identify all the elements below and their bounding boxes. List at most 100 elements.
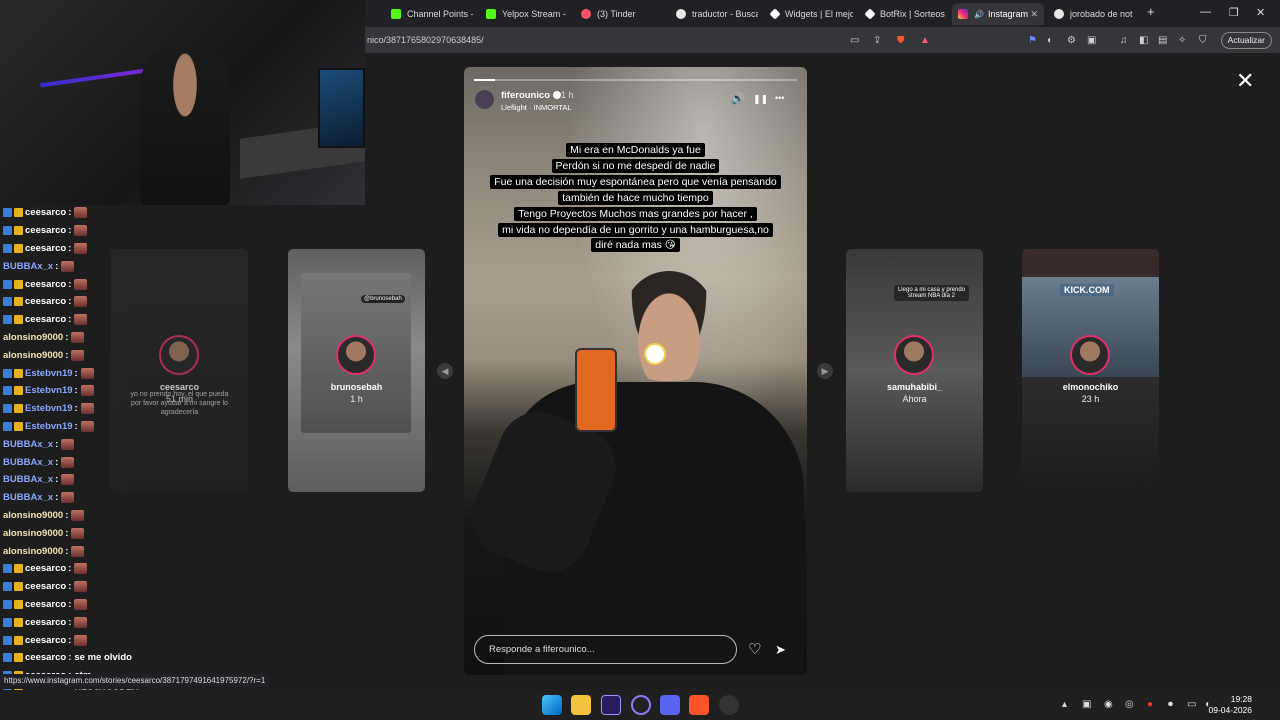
tray-icon[interactable]: ◉: [1104, 699, 1113, 710]
tab-jorobado[interactable]: jorobado de not: [1048, 3, 1136, 25]
chat-username[interactable]: ceesarco: [25, 314, 66, 325]
caption-line: diré nada mas 😘: [464, 237, 807, 253]
brave-shield-icon[interactable]: ⛊: [897, 35, 905, 46]
microphone-icon[interactable]: ⏺: [1168, 699, 1173, 710]
premiere-icon[interactable]: [601, 695, 621, 715]
more-options-icon[interactable]: •••: [775, 93, 784, 103]
tray-icon[interactable]: ●: [1147, 699, 1153, 710]
chat-username[interactable]: ceesarco: [25, 635, 66, 646]
close-tab-icon[interactable]: ✕: [1030, 9, 1038, 20]
sound-icon[interactable]: 🔊: [731, 92, 745, 105]
chat-message: Estebvn19 :: [0, 418, 200, 436]
previous-story-button[interactable]: ◀: [437, 363, 453, 379]
chat-username[interactable]: ceesarco: [25, 243, 66, 254]
chat-username[interactable]: ceesarco: [25, 279, 66, 290]
avatar[interactable]: [474, 89, 495, 110]
new-tab-button[interactable]: +: [1147, 4, 1155, 19]
emote-icon: [74, 296, 88, 308]
chat-username[interactable]: ceesarco: [25, 563, 66, 574]
chat-message: Estebvn19 :: [0, 400, 200, 418]
chat-username[interactable]: ceesarco: [25, 617, 66, 628]
ai-icon[interactable]: ✧: [1178, 35, 1186, 46]
brave-icon[interactable]: [689, 695, 709, 715]
story-username[interactable]: fiferounico: [501, 90, 562, 101]
chat-username[interactable]: ceesarco: [25, 296, 66, 307]
chat-username[interactable]: alonsino9000: [3, 350, 63, 361]
story-thumbnail-elmonochiko[interactable]: KICK.COM elmonochiko 23 h: [1022, 249, 1159, 492]
kick-badge-icon: [3, 315, 12, 325]
story-music[interactable]: Lleflight · INMORTAL: [501, 103, 572, 112]
chat-username[interactable]: alonsino9000: [3, 528, 63, 539]
active-story[interactable]: fiferounico 1 h Lleflight · INMORTAL 🔊 ❚…: [464, 67, 807, 675]
chat-username[interactable]: ceesarco: [25, 581, 66, 592]
story-progress-bar: [474, 79, 495, 81]
send-icon[interactable]: ➤: [775, 642, 786, 658]
tab-tinder[interactable]: (3) Tinder: [575, 3, 663, 25]
story-photo-phone: [575, 348, 617, 432]
chat-message: alonsino9000 :: [0, 524, 200, 542]
app-icon[interactable]: [719, 695, 739, 715]
chat-username[interactable]: Estebvn19: [25, 368, 73, 379]
emote-icon: [74, 207, 88, 219]
chat-username[interactable]: BUBBAx_x: [3, 261, 53, 272]
chat-username[interactable]: Estebvn19: [25, 385, 73, 396]
chat-username[interactable]: BUBBAx_x: [3, 457, 53, 468]
share-icon[interactable]: ⇪: [873, 35, 881, 46]
clock-date: 09-04-2026: [1208, 705, 1252, 715]
tray-icon[interactable]: ▴: [1062, 699, 1067, 710]
reply-input[interactable]: Responde a fiferounico...: [474, 635, 737, 664]
discord-icon[interactable]: [660, 695, 680, 715]
tab-label: Instagram: [987, 9, 1028, 19]
next-story-button[interactable]: ▶: [817, 363, 833, 379]
vpn-icon[interactable]: ⛉: [1199, 35, 1207, 46]
clock[interactable]: 19:28 09-04-2026: [1209, 694, 1252, 716]
story-thumbnail-samuhabibi[interactable]: Llego a mi casa y prendo stream NBA día …: [846, 249, 983, 492]
chat-username[interactable]: alonsino9000: [3, 546, 63, 557]
brave-rewards-icon[interactable]: ▲: [920, 35, 930, 46]
chat-username[interactable]: ceesarco: [25, 599, 66, 610]
chat-username[interactable]: ceesarco: [25, 207, 66, 218]
tray-icon[interactable]: ◎: [1125, 699, 1134, 710]
tab-channel-points[interactable]: Channel Points -: [385, 3, 473, 25]
restore-icon[interactable]: ❐: [1229, 6, 1239, 19]
extension-icon[interactable]: ◐: [1047, 35, 1053, 46]
chat-message: Estebvn19 :: [0, 382, 200, 400]
avatar: [894, 335, 934, 375]
tab-widgets[interactable]: Widgets | El mejo: [765, 3, 853, 25]
tray-icon[interactable]: ▣: [1082, 699, 1091, 710]
chat-username[interactable]: Estebvn19: [25, 403, 73, 414]
chat-username[interactable]: ceesarco: [25, 652, 66, 663]
extension-icon[interactable]: ⚙: [1067, 35, 1076, 46]
start-icon[interactable]: [542, 695, 562, 715]
story-thumbnail-brunosebah[interactable]: @brunosebah brunosebah 1 h: [288, 249, 425, 492]
music-icon[interactable]: ♫: [1120, 35, 1128, 46]
tab-yelpox-stream[interactable]: Yelpox Stream - Y: [480, 3, 568, 25]
chat-username[interactable]: alonsino9000: [3, 510, 63, 521]
sub-badge-icon: [14, 617, 23, 627]
file-explorer-icon[interactable]: [571, 695, 591, 715]
obs-icon[interactable]: [631, 695, 651, 715]
chat-username[interactable]: ceesarco: [25, 225, 66, 236]
chat-username[interactable]: BUBBAx_x: [3, 492, 53, 503]
close-icon[interactable]: ✕: [1236, 68, 1254, 94]
extension-icon[interactable]: ▣: [1087, 35, 1096, 46]
url-field[interactable]: nico/3871765802970638485/: [367, 35, 484, 45]
extension-icon[interactable]: ⚑: [1028, 35, 1037, 46]
pause-icon[interactable]: ❚❚: [753, 94, 768, 105]
wallet-icon[interactable]: ▤: [1158, 35, 1167, 46]
tab-traductor[interactable]: traductor - Busca: [670, 3, 758, 25]
cast-icon[interactable]: ▭: [850, 35, 859, 46]
update-button[interactable]: Actualizar: [1220, 32, 1272, 49]
network-icon[interactable]: ▭: [1187, 699, 1196, 710]
chat-text: se me olvido: [74, 652, 132, 664]
sidebar-icon[interactable]: ◧: [1139, 35, 1148, 46]
minimize-icon[interactable]: —: [1200, 6, 1211, 18]
heart-icon[interactable]: ♡: [748, 640, 761, 658]
chat-username[interactable]: alonsino9000: [3, 332, 63, 343]
tab-instagram[interactable]: 🔊 Instagram ✕: [952, 3, 1044, 25]
chat-username[interactable]: Estebvn19: [25, 421, 73, 432]
chat-username[interactable]: BUBBAx_x: [3, 439, 53, 450]
tab-botrix[interactable]: BotRix | Sorteos: [860, 3, 948, 25]
chat-username[interactable]: BUBBAx_x: [3, 474, 53, 485]
close-window-icon[interactable]: ✕: [1256, 6, 1265, 19]
